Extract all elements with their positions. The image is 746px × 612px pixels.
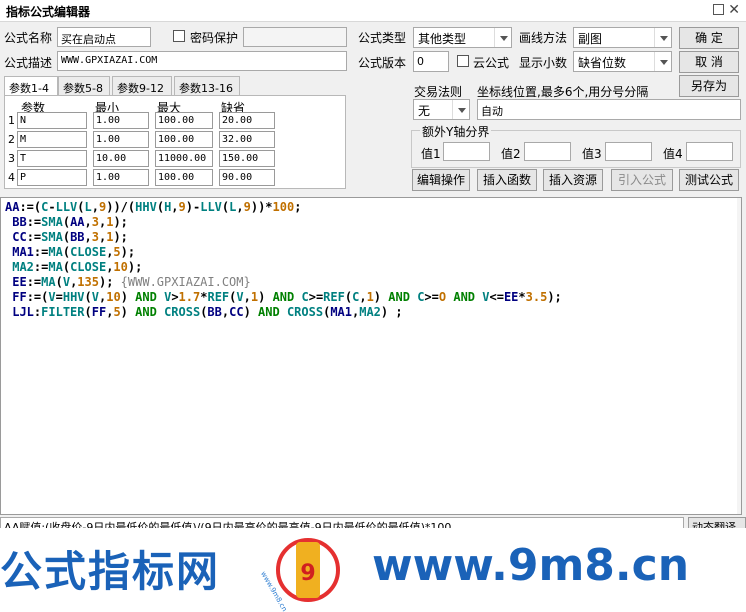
cloud-formula-checkbox[interactable]: [457, 55, 469, 67]
param-row-num: 4: [8, 171, 15, 184]
password-checkbox[interactable]: [173, 30, 185, 42]
decimal-value: 缺省位数: [578, 56, 627, 70]
password-label: 密码保护: [190, 31, 239, 45]
chevron-down-icon: [654, 28, 671, 47]
tab-params-1-4[interactable]: 参数1-4: [4, 76, 58, 97]
param-default-input[interactable]: 90.00: [219, 169, 275, 186]
param-min-input[interactable]: 10.00: [93, 150, 149, 167]
param-default-input[interactable]: 32.00: [219, 131, 275, 148]
trade-rule-select[interactable]: 无: [413, 99, 470, 120]
watermark-banner: 公式指标网 9 www.9m8.cn www.9m8.cn: [0, 528, 746, 612]
banner-left-text: 公式指标网: [0, 547, 221, 596]
cancel-button[interactable]: 取 消: [679, 51, 739, 73]
value4-label: 值4: [663, 147, 683, 161]
formula-name-input[interactable]: 买在启动点: [57, 27, 151, 47]
formula-version-label: 公式版本: [358, 56, 407, 70]
value1-label: 值1: [421, 147, 441, 161]
param-name-input[interactable]: N: [17, 112, 87, 129]
param-row-num: 2: [8, 133, 15, 146]
param-max-input[interactable]: 100.00: [155, 169, 213, 186]
code-line: MA2:=MA(CLOSE,10);: [12, 260, 143, 274]
draw-method-label: 画线方法: [519, 31, 568, 45]
chevron-down-icon: [494, 28, 511, 47]
test-formula-button[interactable]: 测试公式: [679, 169, 739, 191]
trade-rule-label: 交易法则: [414, 85, 463, 99]
code-line: BB:=SMA(AA,3,1);: [12, 215, 128, 229]
coord-line-input[interactable]: 自动: [477, 99, 741, 120]
banner-site-text: www.9m8.cn: [372, 540, 690, 591]
save-as-button[interactable]: 另存为: [679, 75, 739, 97]
ok-button[interactable]: 确 定: [679, 27, 739, 49]
code-line: EE:=MA(V,135); {WWW.GPXIAZAI.COM}: [12, 275, 251, 289]
title-bar: 指标公式编辑器 ✕: [0, 0, 746, 22]
value2-label: 值2: [501, 147, 521, 161]
formula-type-value: 其他类型: [418, 32, 467, 46]
param-max-input[interactable]: 100.00: [155, 131, 213, 148]
param-default-input[interactable]: 150.00: [219, 150, 275, 167]
param-max-input[interactable]: 11000.00: [155, 150, 213, 167]
code-line: FF:=(V=HHV(V,10) AND V>1.7*REF(V,1) AND …: [12, 290, 562, 304]
param-name-input[interactable]: P: [17, 169, 87, 186]
decimal-label: 显示小数: [519, 56, 568, 70]
value3-label: 值3: [582, 147, 602, 161]
tab-params-13-16[interactable]: 参数13-16: [174, 76, 240, 96]
formula-type-label: 公式类型: [358, 31, 407, 45]
yaxis-group-title: 额外Y轴分界: [420, 123, 492, 140]
param-name-input[interactable]: M: [17, 131, 87, 148]
coord-line-label: 坐标线位置,最多6个,用分号分隔: [477, 85, 649, 99]
param-row-num: 1: [8, 114, 15, 127]
value1-input[interactable]: [443, 142, 490, 161]
maximize-icon[interactable]: [713, 4, 724, 15]
tab-params-5-8[interactable]: 参数5-8: [58, 76, 110, 96]
code-line: AA:=(C-LLV(L,9))/(HHV(H,9)-LLV(L,9))*100…: [5, 200, 302, 214]
window-title: 指标公式编辑器: [6, 5, 91, 19]
code-line: CC:=SMA(BB,3,1);: [12, 230, 128, 244]
cloud-formula-label: 云公式: [473, 56, 510, 70]
insert-resource-button[interactable]: 插入资源: [543, 169, 603, 191]
param-row-num: 3: [8, 152, 15, 165]
close-icon[interactable]: ✕: [728, 0, 740, 20]
chevron-down-icon: [452, 100, 469, 119]
chevron-down-icon: [654, 52, 671, 71]
password-input[interactable]: [243, 27, 347, 47]
draw-method-value: 副图: [578, 32, 603, 46]
code-comment: {WWW.GPXIAZAI.COM}: [120, 275, 251, 289]
formula-desc-input[interactable]: WWW.GPXIAZAI.COM: [57, 51, 347, 71]
value3-input[interactable]: [605, 142, 652, 161]
svg-text:9: 9: [300, 561, 315, 586]
param-panel: 参数 最小 最大 缺省 1 N 1.00 100.00 20.00 2 M 1.…: [4, 95, 346, 189]
insert-function-button[interactable]: 插入函数: [477, 169, 537, 191]
param-min-input[interactable]: 1.00: [93, 169, 149, 186]
param-max-input[interactable]: 100.00: [155, 112, 213, 129]
param-default-input[interactable]: 20.00: [219, 112, 275, 129]
param-min-input[interactable]: 1.00: [93, 131, 149, 148]
value2-input[interactable]: [524, 142, 571, 161]
formula-name-label: 公式名称: [4, 31, 53, 45]
formula-version-input[interactable]: 0: [413, 51, 449, 72]
import-formula-button[interactable]: 引入公式: [611, 169, 673, 191]
formula-type-select[interactable]: 其他类型: [413, 27, 512, 48]
code-editor[interactable]: AA:=(C-LLV(L,9))/(HHV(H,9)-LLV(L,9))*100…: [0, 197, 742, 515]
param-min-input[interactable]: 1.00: [93, 112, 149, 129]
draw-method-select[interactable]: 副图: [573, 27, 672, 48]
trade-rule-value: 无: [418, 104, 431, 118]
param-name-input[interactable]: T: [17, 150, 87, 167]
code-line: LJL:FILTER(FF,5) AND CROSS(BB,CC) AND CR…: [12, 305, 403, 319]
code-line: MA1:=MA(CLOSE,5);: [12, 245, 136, 259]
value4-input[interactable]: [686, 142, 733, 161]
edit-ops-button[interactable]: 编辑操作: [412, 169, 470, 191]
editor-scrollbar[interactable]: [737, 198, 741, 514]
tab-params-9-12[interactable]: 参数9-12: [112, 76, 172, 96]
formula-desc-label: 公式描述: [4, 56, 53, 70]
decimal-select[interactable]: 缺省位数: [573, 51, 672, 72]
